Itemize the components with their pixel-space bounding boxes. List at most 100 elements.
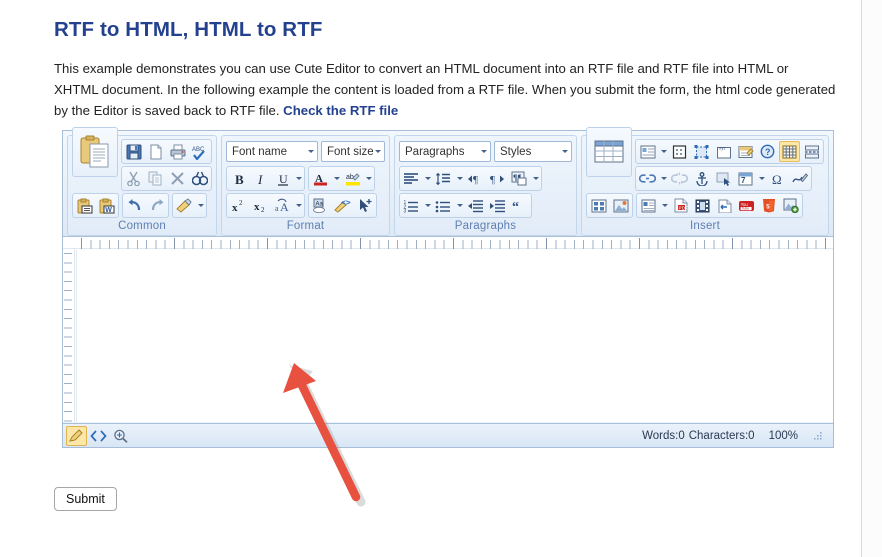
delete-icon[interactable]	[167, 168, 188, 189]
format-painter-icon[interactable]: <>	[332, 195, 353, 216]
submit-button[interactable]: Submit	[54, 487, 117, 511]
date-time-icon[interactable]: 7	[735, 168, 756, 189]
preview-icon[interactable]	[110, 426, 131, 446]
show-grid-icon[interactable]	[779, 141, 800, 162]
font-color-dropdown-caret[interactable]	[332, 168, 341, 189]
ltr-icon[interactable]: ¶	[465, 168, 486, 189]
find-replace-icon[interactable]	[189, 168, 210, 189]
undo-icon[interactable]	[124, 195, 145, 216]
highlight-color-icon[interactable]: ab	[342, 168, 363, 189]
vertical-ruler	[63, 249, 75, 422]
styles-select[interactable]: Styles	[494, 141, 572, 162]
bulleted-list-dropdown-caret[interactable]	[455, 195, 464, 216]
paragraph-style-select[interactable]: Paragraphs	[399, 141, 491, 162]
blockquote-icon[interactable]: “	[509, 195, 530, 216]
anchor-icon[interactable]	[691, 168, 712, 189]
hyperlink-icon[interactable]	[637, 168, 658, 189]
indent-icon[interactable]	[487, 195, 508, 216]
new-document-icon[interactable]	[145, 141, 166, 162]
paste-text-icon[interactable]	[74, 195, 95, 216]
svg-text:¶: ¶	[473, 174, 478, 186]
image-map-icon[interactable]	[691, 141, 712, 162]
styles-value: Styles	[500, 145, 532, 158]
insert-media-add-icon[interactable]	[780, 195, 801, 216]
hyperlink-dropdown-caret[interactable]	[659, 168, 668, 189]
italic-icon[interactable]: I	[250, 168, 271, 189]
date-time-dropdown-caret[interactable]	[757, 168, 766, 189]
subscript-icon[interactable]: x2	[250, 195, 271, 216]
change-case-dropdown-caret[interactable]	[294, 195, 303, 216]
check-rtf-file-link[interactable]: Check the RTF file	[283, 103, 398, 118]
help-icon[interactable]: ?	[757, 141, 778, 162]
remove-link-icon[interactable]	[669, 168, 690, 189]
underline-icon[interactable]: U	[272, 168, 293, 189]
font-size-select[interactable]: Font size	[321, 141, 385, 162]
align-icon[interactable]	[401, 168, 422, 189]
document-icon[interactable]	[638, 195, 659, 216]
spellcheck-icon[interactable]: ABC	[189, 141, 210, 162]
remove-format-icon[interactable]: Aa	[310, 195, 331, 216]
underline-dropdown-caret[interactable]	[294, 168, 303, 189]
line-spacing-dropdown-caret[interactable]	[455, 168, 464, 189]
insert-table-icon[interactable]	[589, 130, 629, 174]
font-name-select[interactable]: Font name	[226, 141, 318, 162]
flash-icon[interactable]	[714, 195, 735, 216]
insert-form-dropdown-caret[interactable]	[659, 141, 668, 162]
format-painter-dropdown-caret[interactable]	[196, 195, 205, 216]
insert-code-icon[interactable]: xyz	[713, 141, 734, 162]
superscript-icon[interactable]: x2	[228, 195, 249, 216]
design-mode-icon[interactable]	[66, 425, 87, 446]
pdf-icon[interactable]: PDF	[670, 195, 691, 216]
cut-icon[interactable]	[123, 168, 144, 189]
paragraph-mark-dropdown-caret[interactable]	[531, 168, 540, 189]
rtl-icon[interactable]: ¶	[487, 168, 508, 189]
svg-text:I: I	[257, 172, 263, 186]
paste-large-icon[interactable]	[75, 130, 115, 174]
insert-template-icon[interactable]	[735, 141, 756, 162]
redo-icon[interactable]	[146, 195, 167, 216]
format-painter-icon[interactable]	[174, 195, 195, 216]
bulleted-list-icon[interactable]	[433, 195, 454, 216]
numbered-list-dropdown-caret[interactable]	[423, 195, 432, 216]
align-dropdown-caret[interactable]	[423, 168, 432, 189]
highlight-dropdown-caret[interactable]	[364, 168, 373, 189]
select-all-icon[interactable]	[354, 195, 375, 216]
youtube-icon[interactable]: You Tube	[736, 195, 757, 216]
outdent-icon[interactable]	[465, 195, 486, 216]
font-name-value: Font name	[232, 145, 287, 158]
save-icon[interactable]	[123, 141, 144, 162]
intro-paragraph: This example demonstrates you can use Cu…	[54, 58, 836, 121]
paragraph-mark-icon[interactable]: ¶¶	[509, 168, 530, 189]
chevron-down-icon	[375, 150, 381, 153]
editor-document-body[interactable]	[76, 250, 833, 422]
numbered-list-icon[interactable]: 1 2 3	[401, 195, 422, 216]
bold-icon[interactable]: B	[228, 168, 249, 189]
signature-icon[interactable]	[789, 168, 810, 189]
copy-icon[interactable]	[145, 168, 166, 189]
zoom-level[interactable]: 100%	[769, 430, 798, 442]
print-icon[interactable]	[167, 141, 188, 162]
word-count: Words:0	[642, 429, 685, 442]
svg-text:xyz: xyz	[719, 145, 727, 150]
font-size-value: Font size	[327, 145, 374, 158]
html5-icon[interactable]: 5	[758, 195, 779, 216]
insert-image-icon[interactable]	[610, 195, 631, 216]
chevron-down-icon	[481, 150, 487, 153]
change-case-icon[interactable]: a A	[272, 195, 293, 216]
character-count: Characters:0	[688, 429, 755, 442]
resize-grip-icon[interactable]	[812, 430, 823, 441]
html-source-icon[interactable]	[88, 426, 109, 446]
font-color-icon[interactable]: A	[310, 168, 331, 189]
image-select-icon[interactable]	[713, 168, 734, 189]
paste-from-word-icon[interactable]: W	[96, 195, 117, 216]
svg-text:B: B	[235, 172, 244, 186]
editor-canvas[interactable]	[63, 237, 833, 422]
video-icon[interactable]	[692, 195, 713, 216]
insert-placeholder-icon[interactable]	[669, 141, 690, 162]
special-character-icon[interactable]: Ω	[767, 168, 788, 189]
page-break-icon[interactable]	[801, 141, 822, 162]
insert-form-icon[interactable]	[637, 141, 658, 162]
line-spacing-icon[interactable]	[433, 168, 454, 189]
document-dropdown-caret[interactable]	[660, 195, 669, 216]
gallery-icon[interactable]	[588, 195, 609, 216]
